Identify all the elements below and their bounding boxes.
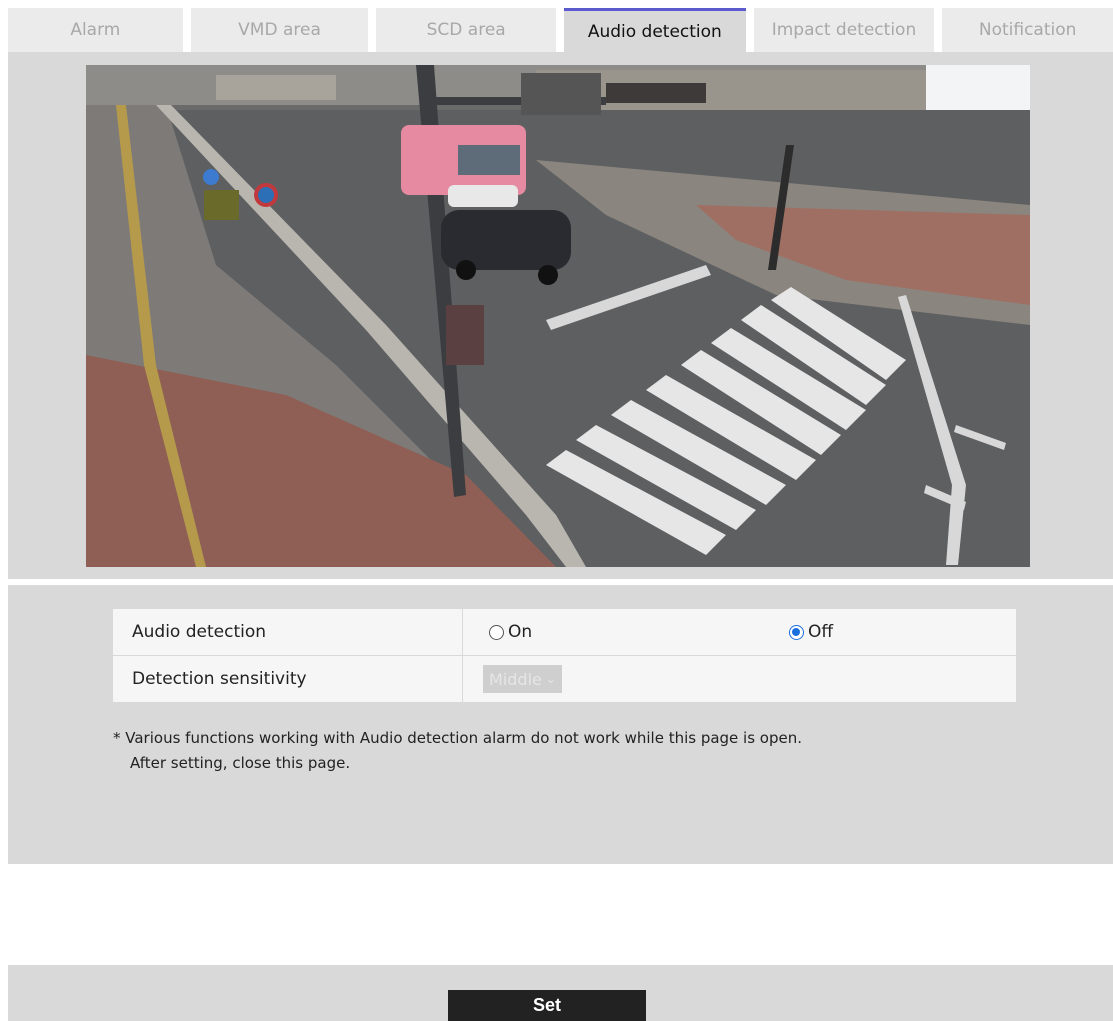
tab-vmd-area[interactable]: VMD area [190, 8, 369, 52]
tab-notification[interactable]: Notification [942, 8, 1113, 52]
tab-audio-detection[interactable]: Audio detection [564, 8, 746, 52]
sensitivity-select-value: Middle [489, 669, 542, 689]
audio-detection-on-option[interactable]: On [489, 622, 789, 642]
audio-detection-options: On Off [462, 609, 1016, 656]
camera-view [86, 65, 1030, 567]
sensitivity-row: Detection sensitivity Middle ⌄ [113, 655, 1016, 703]
radio-off[interactable] [789, 624, 804, 640]
radio-off-label: Off [808, 622, 834, 642]
sensitivity-label: Detection sensitivity [113, 655, 463, 703]
tab-alarm[interactable]: Alarm [8, 8, 183, 52]
audio-detection-off-option[interactable]: Off [789, 622, 833, 642]
sensitivity-select[interactable]: Middle ⌄ [483, 665, 562, 693]
audio-detection-row: Audio detection On Off [113, 609, 1016, 656]
radio-on-label: On [508, 622, 533, 642]
sensitivity-cell: Middle ⌄ [462, 655, 1016, 703]
set-button[interactable]: Set [448, 990, 646, 1021]
chevron-down-icon: ⌄ [545, 672, 556, 686]
note-line-1: * Various functions working with Audio d… [113, 729, 803, 747]
tab-impact-detection[interactable]: Impact detection [753, 8, 935, 52]
tab-scd-area[interactable]: SCD area [376, 8, 556, 52]
settings-table: Audio detection On Off Detection sensiti… [113, 609, 1016, 703]
tab-bar: Alarm VMD area SCD area Audio detection … [8, 8, 1113, 52]
warning-note: * Various functions working with Audio d… [113, 726, 802, 776]
radio-on[interactable] [489, 624, 504, 640]
audio-detection-label: Audio detection [113, 609, 463, 656]
note-line-2: After setting, close this page. [130, 754, 351, 772]
camera-image [86, 65, 1030, 567]
